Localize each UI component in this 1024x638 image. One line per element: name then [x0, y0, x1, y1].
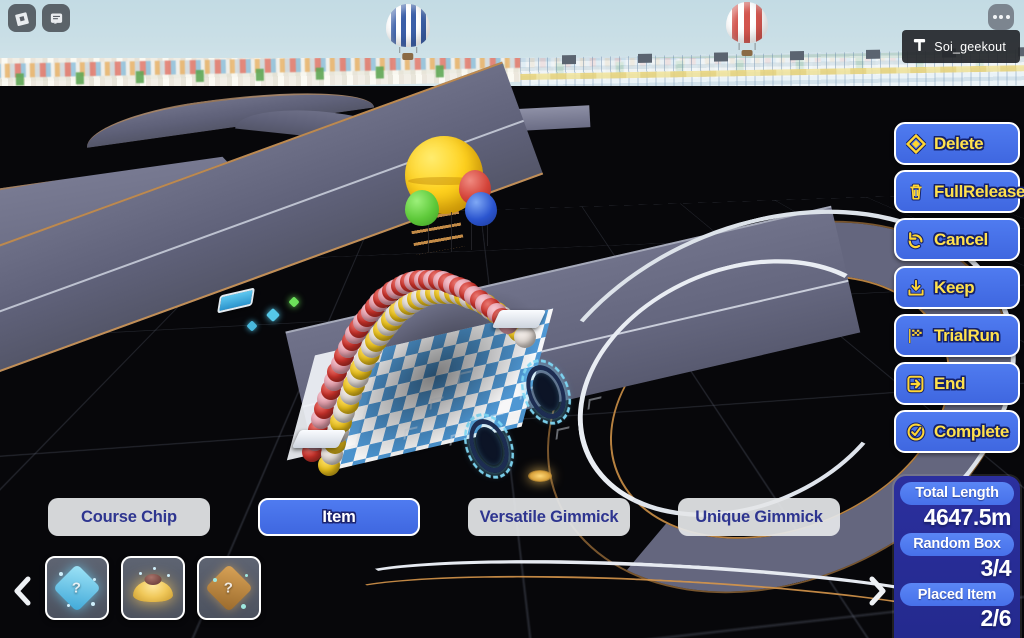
undo-arrow-icon: [905, 229, 927, 251]
keep-button-label: Keep: [934, 277, 975, 297]
top-left-toolbar: [8, 4, 70, 32]
mystery-box-bronze-glyph: ?: [224, 579, 234, 597]
stat-label-placed-item: Placed Item: [900, 583, 1014, 607]
tab-unique-gimmick[interactable]: Unique Gimmick: [678, 498, 840, 536]
roblox-logo-icon[interactable]: [8, 4, 36, 32]
keep-button[interactable]: Keep: [894, 266, 1020, 309]
item-tray: ? ?: [0, 542, 900, 638]
player-name: Soi_geekout: [934, 39, 1006, 54]
tab-item-label: Item: [322, 507, 356, 526]
chevron-right-icon[interactable]: [862, 574, 892, 608]
complete-button[interactable]: Complete: [894, 410, 1020, 453]
cancel-button-label: Cancel: [934, 229, 988, 249]
end-button-label: End: [934, 373, 966, 393]
more-options-icon[interactable]: [988, 4, 1014, 30]
tab-unique-gimmick-label: Unique Gimmick: [695, 507, 823, 526]
player-nameplate: Soi_geekout: [902, 30, 1020, 63]
item-slot-dash-panel[interactable]: [121, 556, 185, 620]
category-tab-bar: Course Chip Item Versatile Gimmick Uniqu…: [0, 498, 890, 538]
check-circle-icon: [905, 421, 927, 443]
chevron-left-icon[interactable]: [8, 574, 38, 608]
item-slot-mystery-box-blue[interactable]: ?: [45, 556, 109, 620]
checkered-flag-icon: [905, 325, 927, 347]
arch-base-right: [491, 310, 547, 328]
stat-value-total-length: 4647.5m: [923, 503, 1012, 530]
arch-balloon-bead: [514, 326, 536, 348]
dash-pad: [528, 470, 552, 482]
trash-icon: [905, 181, 927, 203]
hammer-tool-icon: [912, 37, 927, 56]
stat-label-total-length: Total Length: [900, 481, 1014, 505]
stat-value-random-box: 3/4: [980, 554, 1012, 581]
ground-gem-cyan-2: [246, 320, 258, 332]
tab-course-chip[interactable]: Course Chip: [48, 498, 210, 536]
game-viewport: Soi_geekout Delete FullRelease Cancel Ke…: [0, 0, 1024, 638]
exit-arrow-icon: [905, 373, 927, 395]
floating-balloon-blue: [465, 192, 497, 226]
full-release-button-label: FullRelease: [934, 181, 1024, 201]
tab-versatile-gimmick[interactable]: Versatile Gimmick: [468, 498, 630, 536]
action-button-stack: Delete FullRelease Cancel Keep TrialRun …: [894, 122, 1024, 453]
course-stats-panel: Total Length 4647.5m Random Box 3/4 Plac…: [894, 475, 1020, 638]
chat-icon[interactable]: [42, 4, 70, 32]
save-download-icon: [905, 277, 927, 299]
tab-item[interactable]: Item: [258, 498, 420, 536]
balloon-string: [451, 212, 452, 252]
complete-button-label: Complete: [934, 421, 1010, 441]
floating-balloon-green: [405, 190, 439, 226]
dash-panel-gold-icon: [133, 574, 173, 602]
ground-gem-cyan: [265, 307, 281, 323]
full-release-button[interactable]: FullRelease: [894, 170, 1024, 213]
trial-run-button[interactable]: TrialRun: [894, 314, 1020, 357]
balloon-arch: [280, 218, 550, 476]
cancel-button[interactable]: Cancel: [894, 218, 1020, 261]
item-slot-list: ? ?: [45, 556, 261, 620]
tab-course-chip-label: Course Chip: [81, 507, 177, 526]
stat-label-random-box: Random Box: [900, 532, 1014, 556]
trial-run-button-label: TrialRun: [934, 325, 1000, 345]
track-blue-plate-item: [217, 287, 255, 314]
tab-versatile-gimmick-label: Versatile Gimmick: [479, 507, 619, 526]
diamond-icon: [905, 133, 927, 155]
stat-value-placed-item: 2/6: [980, 605, 1012, 632]
item-slot-mystery-box-bronze[interactable]: ?: [197, 556, 261, 620]
mystery-box-blue-glyph: ?: [72, 579, 82, 597]
delete-button-label: Delete: [934, 133, 984, 153]
delete-button[interactable]: Delete: [894, 122, 1020, 165]
end-button[interactable]: End: [894, 362, 1020, 405]
arch-base-left: [291, 430, 347, 448]
